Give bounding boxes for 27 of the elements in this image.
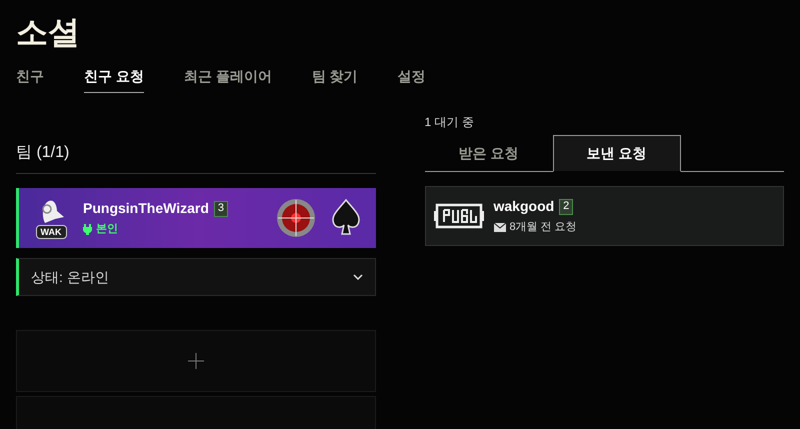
game-logo-icon <box>434 202 484 230</box>
target-emblem-icon <box>276 198 316 238</box>
rank-badge: 2 <box>559 198 574 215</box>
plug-icon <box>83 224 92 235</box>
request-time: 8개월 전 요청 <box>510 220 577 236</box>
request-card[interactable]: wakgood 2 8개월 전 요청 <box>424 186 784 246</box>
player-name: PungsinTheWizard <box>83 199 209 218</box>
player-card[interactable]: WAK PungsinTheWizard 3 본인 <box>16 188 376 248</box>
add-member-slot[interactable] <box>16 330 376 392</box>
request-tab[interactable]: 보낸 요청 <box>552 135 680 172</box>
status-dropdown[interactable]: 상태: 온라인 <box>16 258 376 296</box>
page-title: 소셜 <box>16 13 81 52</box>
nav-tab[interactable]: 최근 플레이어 <box>184 66 272 93</box>
nav-tab[interactable]: 친구 요청 <box>84 66 144 93</box>
rank-badge: 3 <box>214 200 228 217</box>
envelope-icon <box>494 223 506 232</box>
self-label: 본인 <box>96 222 118 238</box>
plus-icon <box>188 353 204 369</box>
clan-tag: WAK <box>36 225 66 239</box>
nav-tab[interactable]: 설정 <box>398 66 426 93</box>
pending-count: 1 대기 중 <box>424 114 475 131</box>
nav-tab[interactable]: 팀 찾기 <box>312 66 358 93</box>
team-heading: 팀 (1/1) <box>16 143 70 163</box>
nav-tab[interactable]: 친구 <box>16 66 44 93</box>
chevron-down-icon <box>352 274 362 280</box>
player-name: wakgood <box>494 197 554 216</box>
request-tab[interactable]: 받은 요청 <box>424 135 552 172</box>
